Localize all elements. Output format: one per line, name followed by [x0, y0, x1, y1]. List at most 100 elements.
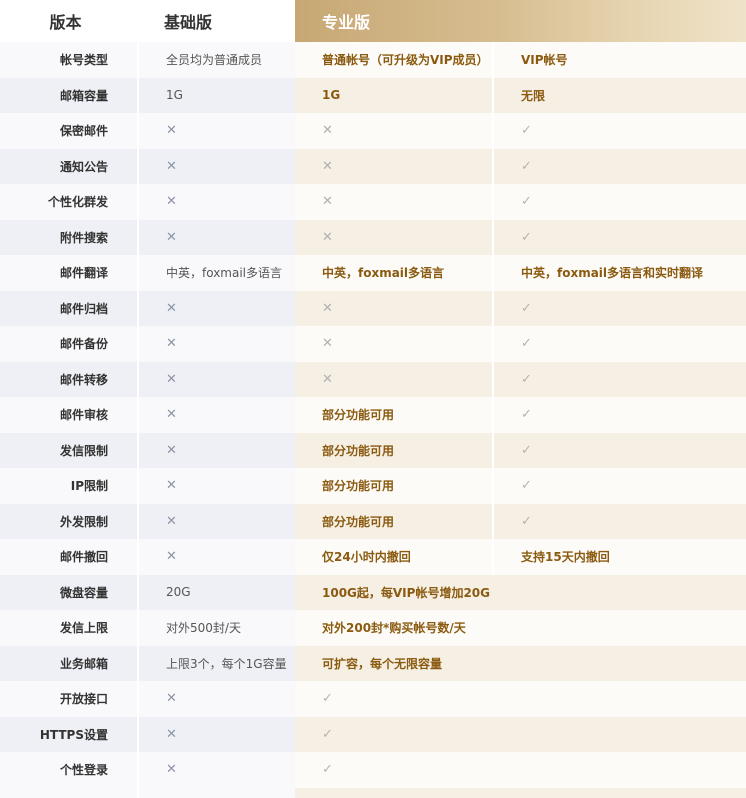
header-basic: 基础版 [137, 0, 295, 42]
pro-vip-cell: 无限 [492, 77, 746, 113]
pro-normal-cell-text: 普通帐号（可升级为VIP成员） [322, 53, 489, 68]
feature-label: 邮件审核 [0, 397, 137, 433]
table-row: 帐号类型 全员均为普通成员 普通帐号（可升级为VIP成员） VIP帐号 [0, 42, 746, 78]
pro-normal-cell-text: 部分功能可用 [322, 443, 395, 458]
pro-normal-cell: 普通帐号（可升级为VIP成员） [295, 42, 492, 78]
feature-label: 业务邮箱 [0, 645, 137, 681]
feature-label-text: 邮箱容量 [59, 88, 108, 103]
feature-label: 附件搜索 [0, 219, 137, 255]
feature-label-text: 外发限制 [59, 514, 108, 529]
pro-vip-cell: ✓ [492, 290, 746, 326]
pro-cell-text: 对外200封*购买帐号数/天 [322, 621, 466, 636]
pro-normal-cell: 部分功能可用 [295, 432, 492, 468]
cross-icon: ✕ [166, 726, 177, 742]
basic-cell: ✕ [137, 184, 295, 220]
basic-cell: ✕ [137, 361, 295, 397]
table-row: 开放接口 ✕ ✓ [0, 681, 746, 717]
cross-icon: ✕ [322, 336, 333, 352]
pro-vip-cell: 中英，foxmail多语言和实时翻译 [492, 255, 746, 291]
check-icon: ✓ [521, 371, 532, 387]
feature-label-text: 邮件审核 [59, 408, 108, 423]
table-row: 微盘容量 20G 100G起，每VIP帐号增加20G [0, 574, 746, 610]
feature-label-text: 邮件翻译 [59, 266, 108, 281]
check-icon: ✓ [521, 300, 532, 316]
pro-vip-cell: ✓ [492, 184, 746, 220]
pro-cell-text: 100G起，每VIP帐号增加20G [322, 585, 490, 600]
table-row: 个性化群发 ✕ ✕ ✓ [0, 184, 746, 220]
table-row: HTTPS设置 ✕ ✓ [0, 716, 746, 752]
table-row: 发信限制 ✕ 部分功能可用 ✓ [0, 432, 746, 468]
basic-cell: ✕ [137, 539, 295, 575]
comparison-table: 版本 基础版 专业版 帐号类型 全员均为普通成员 普通帐号（可升级为VIP成员） VI… [0, 0, 746, 798]
feature-label: 邮箱容量 [0, 77, 137, 113]
pro-normal-cell: 仅24小时内撤回 [295, 539, 492, 575]
cross-icon: ✕ [166, 158, 177, 174]
feature-label-text: 开放接口 [59, 692, 108, 707]
table-row: 发信上限 对外500封/天 对外200封*购买帐号数/天 [0, 610, 746, 646]
table-row: 邮件审核 ✕ 部分功能可用 ✓ [0, 397, 746, 433]
table-tail [0, 787, 746, 798]
feature-label: 微盘容量 [0, 574, 137, 610]
header-pro: 专业版 [295, 0, 746, 42]
feature-label: 个性化群发 [0, 184, 137, 220]
feature-label-text: 个性化群发 [47, 195, 108, 210]
pro-vip-cell-text: 无限 [521, 88, 546, 103]
table-body: 帐号类型 全员均为普通成员 普通帐号（可升级为VIP成员） VIP帐号 邮箱容量 1G 1G… [0, 42, 746, 788]
basic-cell: ✕ [137, 716, 295, 752]
feature-label: 帐号类型 [0, 42, 137, 78]
feature-label-text: 保密邮件 [59, 124, 108, 139]
check-icon: ✓ [322, 691, 333, 707]
check-icon: ✓ [521, 123, 532, 139]
basic-cell-text: 1G [166, 88, 183, 103]
cross-icon: ✕ [166, 336, 177, 352]
pro-cell: 对外200封*购买帐号数/天 [295, 610, 746, 646]
feature-label: 开放接口 [0, 681, 137, 717]
check-icon: ✓ [521, 407, 532, 423]
basic-cell: 20G [137, 574, 295, 610]
pro-normal-cell: ✕ [295, 184, 492, 220]
feature-label: 邮件备份 [0, 326, 137, 362]
basic-cell: 上限3个，每个1G容量 [137, 645, 295, 681]
pro-cell: 100G起，每VIP帐号增加20G [295, 574, 746, 610]
pro-vip-cell-text: VIP帐号 [521, 53, 568, 68]
cross-icon: ✕ [166, 407, 177, 423]
cross-icon: ✕ [322, 158, 333, 174]
check-icon: ✓ [521, 229, 532, 245]
pro-normal-cell: ✕ [295, 326, 492, 362]
cross-icon: ✕ [166, 229, 177, 245]
pro-normal-cell: ✕ [295, 290, 492, 326]
pro-vip-cell: ✓ [492, 326, 746, 362]
cross-icon: ✕ [166, 549, 177, 565]
check-icon: ✓ [521, 158, 532, 174]
pro-vip-cell: 支持15天内撤回 [492, 539, 746, 575]
feature-label: 邮件转移 [0, 361, 137, 397]
cross-icon: ✕ [166, 442, 177, 458]
cross-icon: ✕ [322, 229, 333, 245]
cross-icon: ✕ [166, 513, 177, 529]
table-row: 附件搜索 ✕ ✕ ✓ [0, 219, 746, 255]
cross-icon: ✕ [166, 194, 177, 210]
basic-cell-text: 20G [166, 585, 191, 600]
pro-normal-cell-text: 中英，foxmail多语言 [322, 266, 445, 281]
cross-icon: ✕ [322, 194, 333, 210]
table-row: 邮箱容量 1G 1G 无限 [0, 77, 746, 113]
table-row: 邮件备份 ✕ ✕ ✓ [0, 326, 746, 362]
feature-label: 外发限制 [0, 503, 137, 539]
feature-label-text: 通知公告 [59, 159, 108, 174]
basic-cell: ✕ [137, 113, 295, 149]
feature-label-text: 个性登录 [59, 763, 108, 778]
check-icon: ✓ [521, 442, 532, 458]
feature-label: 通知公告 [0, 148, 137, 184]
feature-label: 邮件撤回 [0, 539, 137, 575]
table-row: 保密邮件 ✕ ✕ ✓ [0, 113, 746, 149]
table-row: 邮件转移 ✕ ✕ ✓ [0, 361, 746, 397]
pro-normal-cell-text: 部分功能可用 [322, 514, 395, 529]
feature-label-text: 邮件归档 [59, 301, 108, 316]
feature-label-text: 帐号类型 [59, 53, 108, 68]
table-row: 个性登录 ✕ ✓ [0, 752, 746, 788]
basic-cell: 全员均为普通成员 [137, 42, 295, 78]
check-icon: ✓ [322, 726, 333, 742]
basic-cell: ✕ [137, 397, 295, 433]
pro-cell: ✓ [295, 716, 746, 752]
pro-vip-cell: ✓ [492, 361, 746, 397]
